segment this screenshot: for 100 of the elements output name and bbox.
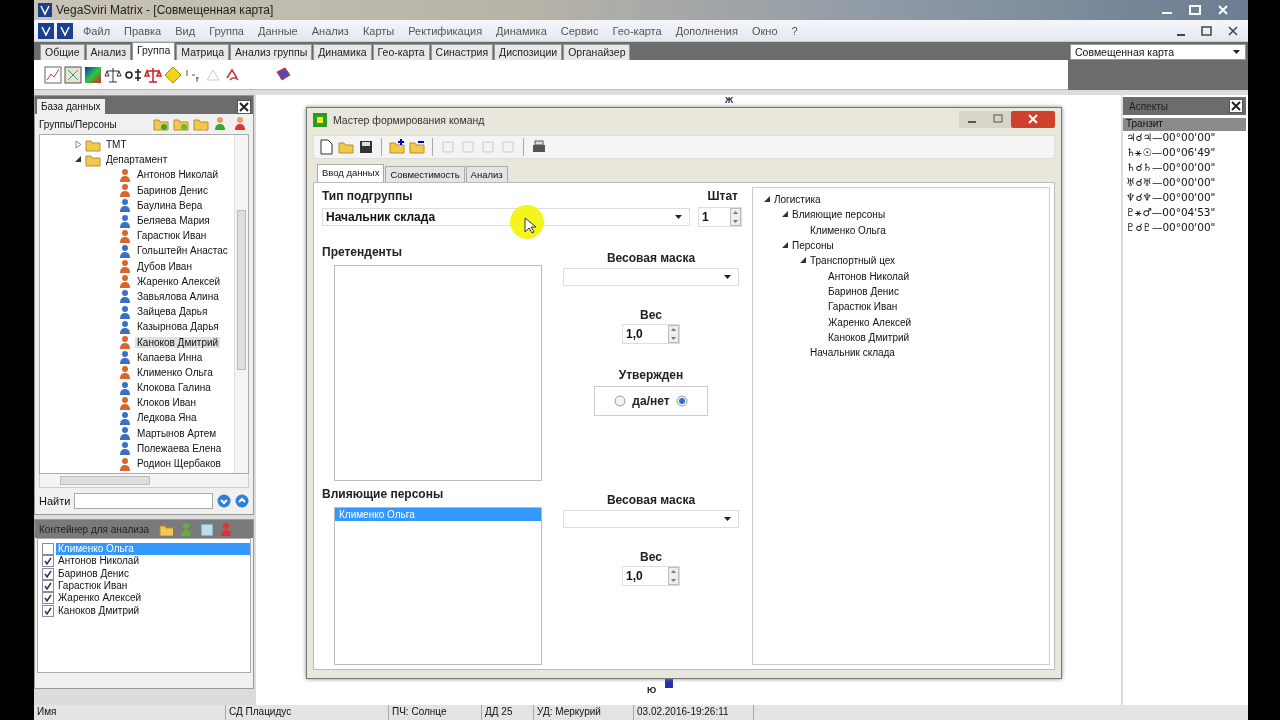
menu-item[interactable]: Ректификация: [401, 23, 490, 39]
tree-item[interactable]: Каноков Дмитрий: [135, 336, 221, 348]
scales-icon[interactable]: [144, 65, 162, 84]
menu-item[interactable]: Сервис: [553, 23, 606, 39]
tree-item[interactable]: Персоны: [792, 240, 834, 252]
folder-add-icon[interactable]: [389, 139, 405, 156]
menu-item[interactable]: Анализ: [304, 23, 356, 39]
scrollbar[interactable]: [234, 135, 248, 473]
checkbox[interactable]: [42, 580, 54, 593]
tree-item[interactable]: Родион Щербаков: [135, 458, 223, 470]
menu-item[interactable]: Динамика: [489, 23, 554, 39]
spinner-arrows-icon[interactable]: [668, 567, 679, 585]
tree-item[interactable]: Зайцева Дарья: [135, 306, 210, 318]
ribbon-tab[interactable]: Группа: [132, 42, 176, 60]
spin-field[interactable]: 1,0: [622, 566, 680, 586]
save-icon[interactable]: [358, 139, 374, 156]
new-file-icon[interactable]: [318, 139, 334, 156]
app-logo-icon[interactable]: [57, 23, 73, 39]
ribbon-tab[interactable]: Динамика: [313, 44, 372, 60]
tree-item[interactable]: Гольштейн Анастас: [135, 245, 230, 257]
list-icon[interactable]: [199, 522, 214, 536]
menu-item[interactable]: Дополнения: [668, 23, 745, 39]
spinner-arrows-icon[interactable]: [668, 325, 679, 343]
dialog-tab[interactable]: Анализ: [465, 166, 508, 182]
tree-item[interactable]: Влияющие персоны: [792, 209, 886, 221]
checkbox[interactable]: [42, 555, 54, 568]
close-icon[interactable]: [237, 100, 251, 114]
dropdown[interactable]: Начальник склада: [322, 208, 690, 226]
menu-item[interactable]: Файл: [76, 23, 118, 39]
expanded-arrow-icon[interactable]: [74, 155, 82, 165]
tree-item[interactable]: Полежаева Елена: [135, 442, 224, 454]
tree-item[interactable]: Беляева Мария: [135, 215, 212, 227]
checkbox[interactable]: [42, 604, 54, 617]
app-logo-icon[interactable]: [38, 23, 54, 39]
search-field[interactable]: [74, 493, 213, 509]
spin-field[interactable]: 1: [698, 207, 742, 227]
tree-item[interactable]: Казырнова Дарья: [135, 321, 221, 333]
tree-item[interactable]: Антонов Николай: [828, 270, 909, 282]
dialog-tab[interactable]: Ввод данных: [317, 164, 385, 182]
menu-item[interactable]: ?: [784, 23, 805, 39]
menu-item[interactable]: Группа: [202, 23, 251, 39]
tree-item[interactable]: Гарастюк Иван: [828, 301, 898, 313]
tree-item[interactable]: Баулина Вера: [135, 199, 205, 211]
expanded-arrow-icon[interactable]: [763, 195, 771, 205]
list-item[interactable]: Гарастюк Иван: [56, 580, 250, 593]
ribbon-tab[interactable]: Органайзер: [563, 44, 631, 60]
menu-item[interactable]: Данные: [251, 23, 305, 39]
menu-item[interactable]: Окно: [744, 23, 785, 39]
expanded-arrow-icon[interactable]: [781, 241, 789, 251]
spinner-arrows-icon[interactable]: [730, 208, 741, 226]
tree-item[interactable]: Антонов Николай: [135, 169, 220, 181]
menu-item[interactable]: Гео-карта: [605, 23, 669, 39]
ribbon-tab[interactable]: Анализ: [85, 44, 131, 60]
dialog-tab[interactable]: Совместимость: [385, 166, 465, 182]
expanded-arrow-icon[interactable]: [781, 210, 789, 220]
scales-icon[interactable]: [104, 65, 122, 84]
ribbon-tab[interactable]: Анализ группы: [230, 44, 313, 60]
tree-item[interactable]: Баринов Денис: [135, 184, 210, 196]
ribbon-tab[interactable]: Синастрия: [430, 44, 494, 60]
ribbon-tab[interactable]: Матрица: [176, 44, 230, 60]
tree-item[interactable]: ТМТ: [104, 139, 129, 151]
tree-item[interactable]: Департамент: [104, 154, 170, 166]
tree-item[interactable]: Логистика: [774, 194, 821, 206]
folder-icon[interactable]: [193, 116, 209, 132]
minimize-icon[interactable]: [959, 111, 985, 129]
tree-item[interactable]: Баринов Денис: [828, 285, 899, 297]
list-item[interactable]: Каноков Дмитрий: [56, 604, 250, 617]
menu-item[interactable]: Правка: [117, 23, 169, 39]
tree-item[interactable]: Транспортный цех: [810, 255, 896, 267]
tree-item[interactable]: Мартынов Артем: [135, 427, 219, 439]
close-icon[interactable]: [1229, 99, 1243, 113]
checkbox[interactable]: [42, 567, 54, 580]
tree-item[interactable]: Клименко Ольга: [810, 224, 886, 236]
tree-item[interactable]: Гарастюк Иван: [135, 230, 209, 242]
folder-remove-icon[interactable]: [409, 139, 425, 156]
tree-item[interactable]: Клоков Иван: [135, 397, 198, 409]
tree-item[interactable]: Жаренко Алексей: [135, 275, 223, 287]
menu-item[interactable]: Вид: [168, 23, 203, 39]
tree-item[interactable]: Дубов Иван: [135, 260, 194, 272]
panel-tab[interactable]: База данных: [37, 99, 105, 114]
folder-icon[interactable]: [159, 522, 174, 536]
chart-icon[interactable]: [44, 65, 62, 84]
scrollbar[interactable]: [39, 474, 249, 488]
list-item[interactable]: Жаренко Алексей: [56, 592, 250, 605]
spin-field[interactable]: 1,0: [622, 324, 680, 344]
ribbon-tab[interactable]: Диспозиции: [494, 44, 563, 60]
collapsed-arrow-icon[interactable]: [74, 140, 82, 150]
expanded-arrow-icon[interactable]: [799, 256, 807, 266]
checkbox[interactable]: [42, 592, 54, 605]
gradient-icon[interactable]: [84, 65, 102, 84]
tree-item[interactable]: Начальник склада: [810, 347, 895, 359]
diamond-icon[interactable]: [164, 65, 182, 84]
tree-item[interactable]: Ледкова Яна: [135, 412, 199, 424]
tree-item[interactable]: Жаренко Алексей: [828, 316, 912, 328]
folder-edit-icon[interactable]: [173, 116, 189, 132]
tree-item[interactable]: Клокова Галина: [135, 382, 213, 394]
list-item[interactable]: Антонов Николай: [56, 555, 250, 568]
checkbox[interactable]: [42, 543, 54, 556]
ribbon-tab[interactable]: Общие: [40, 44, 85, 60]
menu-item[interactable]: Карты: [355, 23, 402, 39]
